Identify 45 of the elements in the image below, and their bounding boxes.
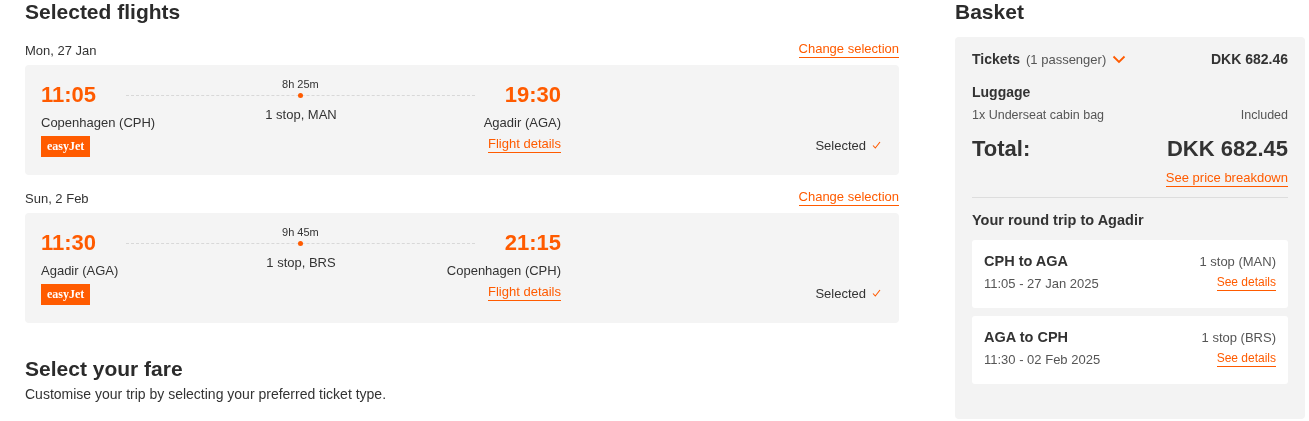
total-price: DKK 682.45 (1166, 136, 1288, 162)
leg-time: 11:05 - 27 Jan 2025 (984, 276, 1099, 291)
section-title: Selected flights (25, 0, 182, 24)
see-details-link[interactable]: See details (1216, 275, 1276, 291)
leg-time: 11:30 - 02 Feb 2025 (984, 352, 1101, 367)
passenger-count: (1 passenger) (1026, 51, 1107, 67)
departure-city: Agadir (AGA) (41, 263, 120, 278)
change-selection-link[interactable]: Change selection (798, 189, 899, 206)
arrival-city: Agadir (AGA) (483, 115, 561, 130)
see-details-link[interactable]: See details (1216, 351, 1276, 367)
stops-info: 1 stop, BRS (266, 255, 336, 272)
leg-route: CPH to AGA (984, 253, 1069, 269)
luggage-item: 1x Underseat cabin bag (972, 108, 1105, 122)
leg-stops: 1 stop (BRS) (1201, 329, 1276, 345)
chevron-down-icon[interactable] (1112, 54, 1127, 64)
flight-date: Sun, 2 Feb (25, 191, 89, 206)
luggage-status: Included (1240, 108, 1288, 122)
total-label: Total: (972, 136, 1031, 162)
flight-duration: 8h 25m (282, 77, 319, 91)
departure-time: 11:05 (41, 81, 97, 109)
airline-logo: easyJet (41, 284, 91, 305)
price-breakdown-link[interactable]: See price breakdown (1165, 170, 1288, 187)
airline-logo: easyJet (41, 136, 91, 157)
flight-details-link[interactable]: Flight details (488, 284, 561, 301)
selected-status: Selected (815, 285, 866, 301)
arrival-time: 21:15 (504, 229, 561, 257)
stops-info: 1 stop, MAN (265, 107, 337, 124)
leg-route: AGA to CPH (984, 329, 1069, 345)
tickets-label: Tickets (972, 51, 1020, 67)
section-title: Select your fare (25, 357, 184, 381)
change-selection-link[interactable]: Change selection (798, 41, 899, 58)
section-subtitle: Customise your trip by selecting your preferred ticket type. (25, 386, 388, 402)
luggage-title: Luggage (972, 84, 1032, 100)
flight-date: Mon, 27 Jan (25, 43, 97, 58)
departure-city: Copenhagen (CPH) (41, 115, 157, 130)
arrival-time: 19:30 (504, 81, 561, 109)
flight-details-link[interactable]: Flight details (488, 136, 561, 153)
leg-stops: 1 stop (MAN) (1199, 253, 1276, 269)
departure-time: 11:30 (41, 229, 97, 257)
trip-title: Your round trip to Agadir (972, 212, 1145, 228)
arrival-city: Copenhagen (CPH) (446, 263, 561, 278)
selected-status: Selected (815, 137, 866, 153)
flight-duration: 9h 45m (282, 225, 319, 239)
tickets-price: DKK 682.46 (1210, 51, 1288, 67)
basket-title: Basket (955, 0, 1025, 24)
